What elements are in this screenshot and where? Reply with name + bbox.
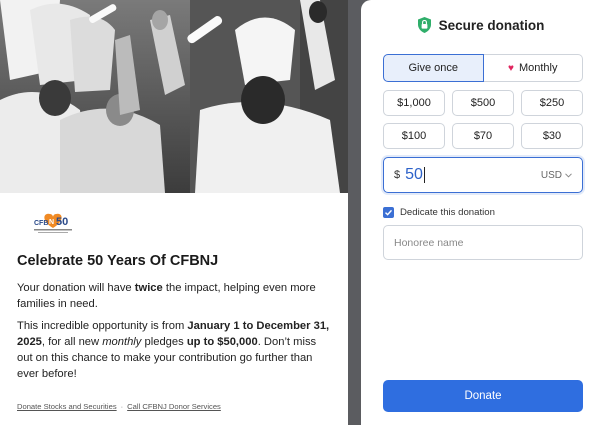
panel-header: Secure donation	[361, 16, 600, 34]
custom-amount-input[interactable]: $ 50 USD	[383, 157, 583, 193]
dedicate-checkbox[interactable]	[383, 207, 394, 218]
call-donor-services-link[interactable]: Call CFBNJ Donor Services	[127, 402, 221, 411]
svg-text:50: 50	[56, 216, 68, 228]
shield-lock-icon	[417, 16, 432, 34]
chefs-celebrating-image	[0, 0, 348, 193]
currency-selector[interactable]: USD	[541, 170, 572, 181]
amount-value: 50	[405, 166, 425, 183]
frequency-toggle: Give once ♥ Monthly	[383, 54, 583, 82]
svg-text:CFB: CFB	[34, 220, 48, 227]
link-separator: ·	[120, 402, 124, 411]
amount-option-100[interactable]: $100	[383, 123, 445, 149]
svg-text:N: N	[49, 219, 54, 226]
amount-option-500[interactable]: $500	[452, 90, 514, 116]
honoree-name-input[interactable]: Honoree name	[383, 225, 583, 260]
currency-symbol: $	[394, 169, 401, 181]
monthly-button[interactable]: ♥ Monthly	[483, 54, 583, 82]
amount-option-1000[interactable]: $1,000	[383, 90, 445, 116]
donation-panel: Secure donation Give once ♥ Monthly $1,0…	[361, 0, 600, 425]
check-icon	[385, 209, 393, 216]
chevron-down-icon	[565, 172, 572, 178]
panel-title: Secure donation	[438, 17, 545, 33]
amount-options: $1,000 $500 $250 $100 $70 $30	[383, 90, 583, 149]
campaign-paragraph-2: This incredible opportunity is from Janu…	[17, 320, 330, 380]
page-gutter	[348, 0, 361, 425]
hero-photo	[0, 0, 348, 193]
heart-icon: ♥	[508, 62, 514, 74]
footer-links: Donate Stocks and Securities · Call CFBNJ …	[17, 402, 221, 411]
dedicate-donation-row[interactable]: Dedicate this donation	[383, 207, 495, 218]
cfbnj-logo: CFB N 50	[32, 208, 74, 236]
text-caret	[423, 166, 425, 183]
dedicate-label: Dedicate this donation	[400, 207, 495, 218]
give-once-button[interactable]: Give once	[383, 54, 484, 82]
campaign-description: Celebrate 50 Years Of CFBNJ Your donatio…	[17, 252, 332, 388]
campaign-title: Celebrate 50 Years Of CFBNJ	[17, 253, 219, 269]
campaign-paragraph-1: Your donation will have twice the impact…	[17, 282, 316, 310]
donate-stocks-link[interactable]: Donate Stocks and Securities	[17, 402, 117, 411]
amount-option-70[interactable]: $70	[452, 123, 514, 149]
campaign-card: CFB N 50 Celebrate 50 Years Of CFBNJ You…	[0, 0, 348, 425]
amount-option-250[interactable]: $250	[521, 90, 583, 116]
amount-option-30[interactable]: $30	[521, 123, 583, 149]
donate-button[interactable]: Donate	[383, 380, 583, 412]
